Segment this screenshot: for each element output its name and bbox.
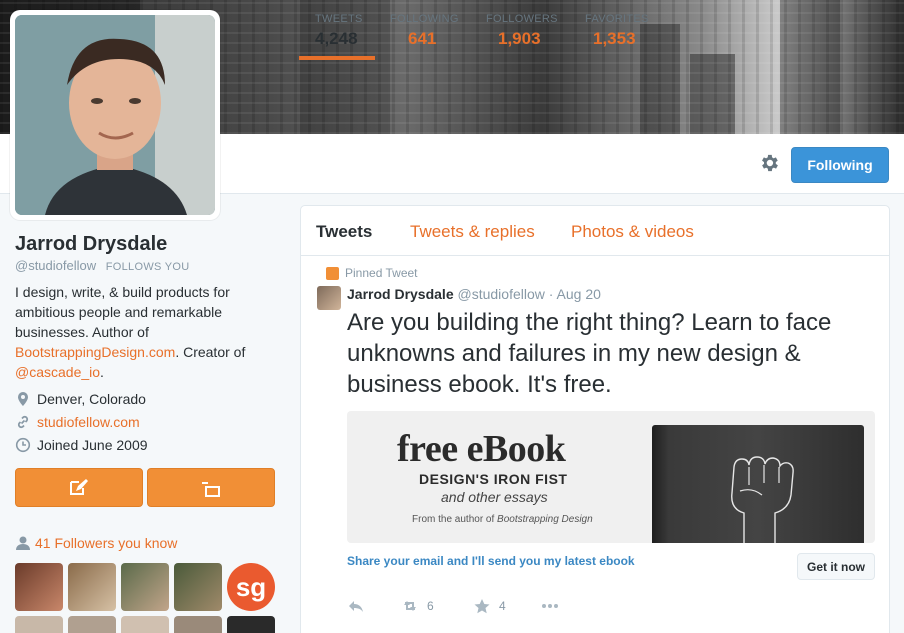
followers-you-know-label: 41 Followers you know: [35, 535, 178, 551]
retweet-icon: [404, 601, 416, 611]
follower-avatar-sg-logo[interactable]: sg: [227, 563, 275, 611]
avatar-photo: [15, 15, 215, 215]
stat-tweets[interactable]: TWEETS 4,248: [299, 0, 375, 60]
ebook-card-image[interactable]: free eBook DESIGN'S IRON FIST and other …: [347, 411, 875, 543]
fist-icon: [731, 456, 794, 543]
gear-icon[interactable]: [758, 152, 780, 174]
following-button[interactable]: Following: [791, 147, 889, 183]
profile-name: Jarrod Drysdale: [15, 233, 168, 255]
stat-value: 1,353: [593, 29, 636, 48]
follower-avatar[interactable]: [121, 616, 169, 633]
follower-avatar[interactable]: [227, 616, 275, 633]
followers-you-know-grid: sg: [15, 563, 280, 633]
stat-followers[interactable]: FOLLOWERS 1,903: [486, 0, 566, 60]
retweet-count: 6: [427, 599, 434, 613]
pinned-label-row: Pinned Tweet: [326, 266, 418, 280]
ebook-subtitle: DESIGN'S IRON FIST: [419, 471, 568, 487]
follows-you-badge: FOLLOWS YOU: [105, 261, 190, 273]
direct-message-icon: [202, 481, 220, 497]
stat-favorites[interactable]: FAVORITES 1,353: [585, 0, 665, 60]
get-it-now-button[interactable]: Get it now: [797, 553, 875, 580]
pinned-label: Pinned Tweet: [345, 266, 418, 280]
ebook-from: From the author of Bootstrapping Design: [412, 514, 593, 525]
bio-text: I design, write, & build products for am…: [15, 284, 230, 340]
timeline-card: Tweets Tweets & replies Photos & videos …: [300, 205, 890, 633]
tweet-handle[interactable]: @studiofellow: [458, 286, 545, 302]
person-icon: [16, 536, 30, 550]
follower-avatar[interactable]: [15, 563, 63, 611]
card-cta-text[interactable]: Share your email and I'll send you my la…: [347, 554, 635, 568]
tweet-date[interactable]: · Aug 20: [549, 286, 601, 302]
compose-icon: [70, 478, 88, 495]
profile-avatar[interactable]: [10, 10, 220, 220]
profile-joined: Joined June 2009: [15, 437, 148, 453]
ebook-title: free eBook: [397, 428, 566, 470]
tweet-text: Are you building the right thing? Learn …: [347, 309, 832, 398]
stat-label: FAVORITES: [585, 13, 649, 25]
follower-avatar[interactable]: [121, 563, 169, 611]
reply-action[interactable]: [347, 598, 373, 614]
bio-link-cascade[interactable]: @cascade_io: [15, 364, 100, 380]
stat-label: FOLLOWERS: [486, 13, 558, 25]
more-dots-icon: [542, 604, 558, 608]
ebook-cover: [652, 425, 864, 543]
tab-tweets[interactable]: Tweets: [316, 222, 372, 242]
follower-avatar[interactable]: [174, 563, 222, 611]
tweet-avatar[interactable]: [317, 286, 341, 310]
tweet-to-button[interactable]: [15, 468, 143, 507]
follower-avatar[interactable]: [174, 616, 222, 633]
joined-text: Joined June 2009: [37, 437, 148, 453]
link-icon: [17, 415, 29, 429]
location-pin-icon: [18, 392, 28, 406]
pin-icon: [326, 266, 339, 280]
stat-following[interactable]: FOLLOWING 641: [390, 0, 470, 60]
more-action[interactable]: [541, 598, 567, 614]
tab-tweets-replies[interactable]: Tweets & replies: [410, 222, 535, 242]
stat-value: 641: [408, 29, 437, 48]
favorite-count: 4: [499, 599, 506, 613]
followers-you-know[interactable]: 41 Followers you know: [15, 535, 177, 551]
profile-bio: I design, write, & build products for am…: [15, 282, 265, 382]
ebook-essays: and other essays: [441, 489, 548, 505]
tweet-actions: 6 4: [347, 598, 647, 618]
stat-value: 1,903: [498, 29, 541, 48]
profile-handle[interactable]: @studiofellow: [15, 258, 96, 273]
profile-location: Denver, Colorado: [15, 391, 146, 407]
calendar-icon: [15, 437, 31, 453]
message-button[interactable]: [147, 468, 275, 507]
stat-label: TWEETS: [315, 13, 363, 25]
stat-value: 4,248: [315, 29, 358, 48]
tweet-author[interactable]: Jarrod Drysdale: [347, 286, 454, 302]
retweet-action[interactable]: 6: [401, 598, 434, 614]
follower-avatar[interactable]: [68, 563, 116, 611]
tweet-header: Jarrod Drysdale @studiofellow · Aug 20: [347, 286, 601, 302]
location-text: Denver, Colorado: [37, 391, 146, 407]
bio-text: .: [100, 364, 104, 380]
tab-photos-videos[interactable]: Photos & videos: [571, 222, 694, 242]
timeline-tabs: Tweets Tweets & replies Photos & videos: [301, 206, 889, 256]
favorite-action[interactable]: 4: [473, 598, 506, 614]
star-icon: [474, 599, 490, 614]
bio-text: . Creator of: [175, 344, 246, 360]
website-link[interactable]: studiofellow.com: [37, 414, 140, 430]
reply-icon: [349, 601, 363, 612]
bio-link-bootstrapping[interactable]: BootstrappingDesign.com: [15, 344, 175, 360]
profile-website: studiofellow.com: [15, 414, 140, 430]
follower-avatar[interactable]: [15, 616, 63, 633]
profile-handle-row: @studiofellow FOLLOWS YOU: [15, 258, 190, 273]
follower-avatar[interactable]: [68, 616, 116, 633]
stat-label: FOLLOWING: [390, 13, 459, 25]
